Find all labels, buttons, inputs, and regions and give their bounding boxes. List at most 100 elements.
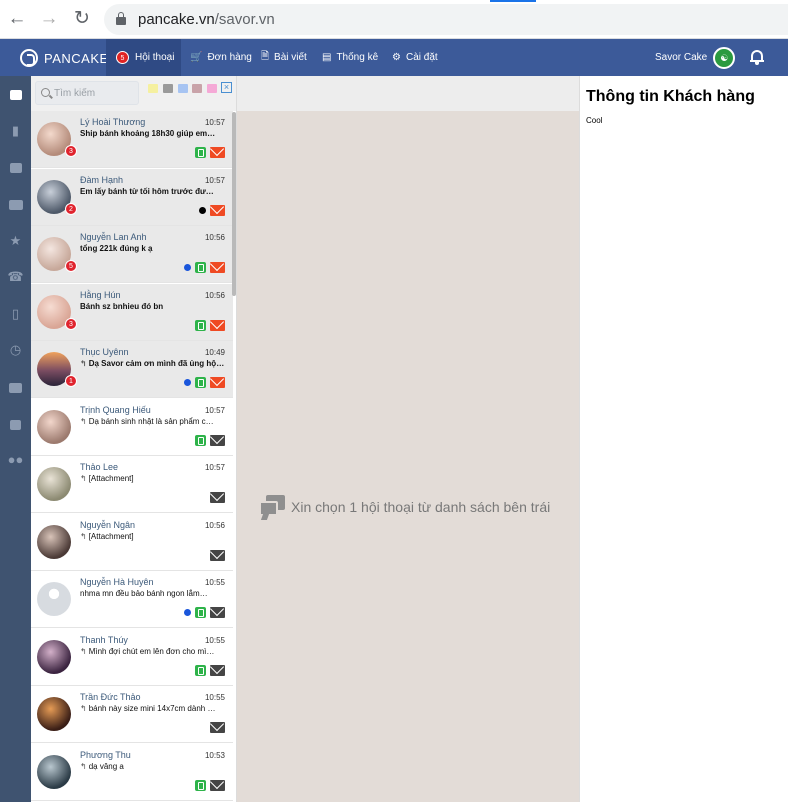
phone-icon[interactable]	[195, 607, 206, 618]
contact-name: Thục Uyênn	[80, 347, 129, 357]
envelope-icon[interactable]	[210, 262, 225, 273]
contact-name: Thảo Lee	[80, 462, 119, 472]
conversation-item[interactable]: Nguyễn Hà Huyên 10:55 nhma mn đều bảo bánh…	[31, 571, 233, 628]
status-icons	[195, 779, 225, 791]
empty-state-text: Xin chọn 1 hội thoại từ danh sách bên tr…	[291, 499, 551, 515]
customer-info-title: Thông tin Khách hàng	[586, 88, 755, 105]
users-icon[interactable]: ●●	[0, 442, 31, 478]
envelope-icon[interactable]	[210, 434, 225, 446]
status-icons	[184, 607, 225, 618]
comment-icon[interactable]	[0, 149, 31, 185]
phone-icon[interactable]	[195, 319, 206, 331]
search-icon	[41, 88, 50, 97]
conversation-item[interactable]: Phương Thu 10:53 ↰ dạ vâng a	[31, 744, 233, 801]
search-input[interactable]	[54, 85, 136, 101]
envelope-icon[interactable]	[210, 607, 225, 618]
envelope-icon[interactable]	[210, 549, 225, 561]
reply-arrow-icon: ↰	[80, 761, 87, 771]
avatar	[37, 524, 71, 559]
envelope-icon[interactable]	[210, 204, 225, 216]
message-snippet: ↰ [Attachment]	[80, 474, 134, 483]
nav-settings[interactable]: ⚙ Cài đặt	[392, 39, 438, 76]
message-time: 10:55	[204, 635, 225, 645]
tag-dot	[199, 206, 206, 214]
conversation-item[interactable]: 2 Đàm Hạnh 10:57 Em lấy bánh từ tối hôm trư…	[31, 168, 233, 226]
avatar	[37, 409, 71, 444]
envelope-icon[interactable]	[210, 319, 225, 331]
inbox-icon[interactable]	[0, 369, 31, 405]
nav-label: Bài viết	[274, 52, 307, 63]
conversation-item[interactable]: 3 Hằng Hún 10:56 Bánh sz bnhieu đó bn	[31, 283, 233, 341]
conversation-item[interactable]: 3 Lý Hoài Thương 10:57 Ship bánh khoảng 18h…	[31, 111, 233, 168]
tag-filter-blue[interactable]	[178, 84, 188, 93]
mobile-off-icon[interactable]: ▯	[0, 296, 31, 332]
envelope-icon[interactable]	[210, 779, 225, 791]
conversation-item[interactable]: 1 Thục Uyênn 10:49 ↰ Dạ Savor cảm ơn mình đã…	[31, 341, 233, 398]
document-icon: 🗎	[261, 51, 270, 62]
nav-orders[interactable]: 🛒 Đơn hàng	[190, 39, 252, 76]
conversation-item[interactable]: Thảo Lee 10:57 ↰ [Attachment]	[31, 456, 233, 513]
nav-conversations[interactable]: 5 Hội thoại	[106, 39, 181, 76]
bookmark-icon[interactable]: ▮	[0, 113, 31, 149]
phone-icon[interactable]	[195, 664, 206, 676]
customer-info-subtitle: Cool	[586, 116, 603, 125]
unread-badge: 3	[65, 145, 77, 157]
reply-arrow-icon: ↰	[80, 416, 87, 426]
pancake-logo-icon	[20, 49, 38, 67]
envelope-icon[interactable]	[210, 147, 225, 158]
tag-filter-grey[interactable]	[163, 84, 173, 93]
phone-icon[interactable]	[195, 147, 206, 158]
envelope-icon[interactable]	[210, 722, 225, 733]
contact-name: Đàm Hạnh	[80, 174, 124, 185]
url-text[interactable]: pancake.vn/savor.vn	[138, 11, 275, 28]
envelope-icon[interactable]	[210, 377, 225, 388]
back-arrow-icon[interactable]: ←	[6, 8, 28, 30]
conversation-item[interactable]: Trịnh Quang Hiếu 10:57 ↰ Dạ bánh sinh nhật …	[31, 399, 233, 456]
customer-info-panel: Thông tin Khách hàng Cool	[579, 76, 788, 802]
pancake-logo[interactable]: PANCAKE	[20, 48, 109, 68]
conversation-item[interactable]: Nguyễn Ngân 10:56 ↰ [Attachment]	[31, 514, 233, 571]
copy-icon[interactable]	[0, 406, 31, 442]
bell-icon[interactable]	[750, 49, 764, 65]
tag-filter-mauve[interactable]	[192, 84, 202, 93]
nav-label: Đơn hàng	[207, 52, 252, 63]
message-time: 10:56	[204, 233, 225, 242]
search-box[interactable]	[35, 81, 139, 105]
star-icon[interactable]: ★	[0, 223, 31, 259]
phone-icon[interactable]	[195, 779, 206, 791]
contact-name: Nguyễn Ngân	[80, 519, 136, 530]
status-icons	[184, 262, 225, 273]
conversation-item[interactable]: 5 Nguyễn Lan Anh 10:56 tổng 221k đúng k ạ	[31, 226, 233, 283]
address-bar[interactable]: pancake.vn/savor.vn	[104, 4, 788, 35]
forward-arrow-icon[interactable]: →	[38, 8, 60, 30]
phone-icon[interactable]: ☎	[0, 259, 31, 295]
conversation-item[interactable]: Trần Đức Thảo 10:55 ↰ bánh này size mini 14…	[31, 686, 233, 743]
contact-name: Phương Thu	[80, 749, 131, 760]
clock-icon[interactable]: ◷	[0, 332, 31, 368]
left-sidebar: ▮ ★ ☎ ▯ ◷ ●●	[0, 76, 31, 802]
phone-icon[interactable]	[195, 262, 206, 273]
message-time: 10:55	[204, 578, 225, 587]
unread-badge: 5	[65, 260, 77, 272]
reload-icon[interactable]: ↻	[71, 8, 93, 30]
tag-filter-yellow[interactable]	[148, 84, 158, 93]
gear-icon: ⚙	[392, 52, 401, 63]
tag-filter-pink[interactable]	[207, 84, 217, 93]
envelope-icon[interactable]	[210, 492, 225, 503]
conversation-item[interactable]: Thanh Thúy 10:55 ↰ Mình đợi chút em lên đơn…	[31, 629, 233, 686]
conversation-list: × 3 Lý Hoài Thương 10:57 Ship bánh khoảng 1…	[31, 76, 237, 802]
nav-statistics[interactable]: ▤ Thống kê	[322, 39, 378, 76]
phone-icon[interactable]	[195, 377, 206, 388]
shop-switcher[interactable]: Savor Cake ☯	[655, 39, 736, 76]
clear-tags-icon[interactable]: ×	[221, 82, 232, 93]
cart-icon: 🛒	[190, 52, 203, 63]
chats-icon[interactable]	[0, 76, 31, 112]
empty-state: Xin chọn 1 hội thoại từ danh sách bên tr…	[259, 495, 551, 520]
message-snippet: Bánh sz bnhieu đó bn	[80, 301, 164, 311]
envelope-icon[interactable]	[0, 186, 31, 222]
list-scrollbar[interactable]	[232, 112, 236, 296]
envelope-icon[interactable]	[210, 664, 225, 676]
nav-posts[interactable]: 🗎 Bài viết	[261, 39, 307, 76]
phone-icon[interactable]	[195, 434, 206, 446]
app-header: PANCAKE 5 Hội thoại 🛒 Đơn hàng 🗎 Bài viế…	[0, 39, 788, 76]
